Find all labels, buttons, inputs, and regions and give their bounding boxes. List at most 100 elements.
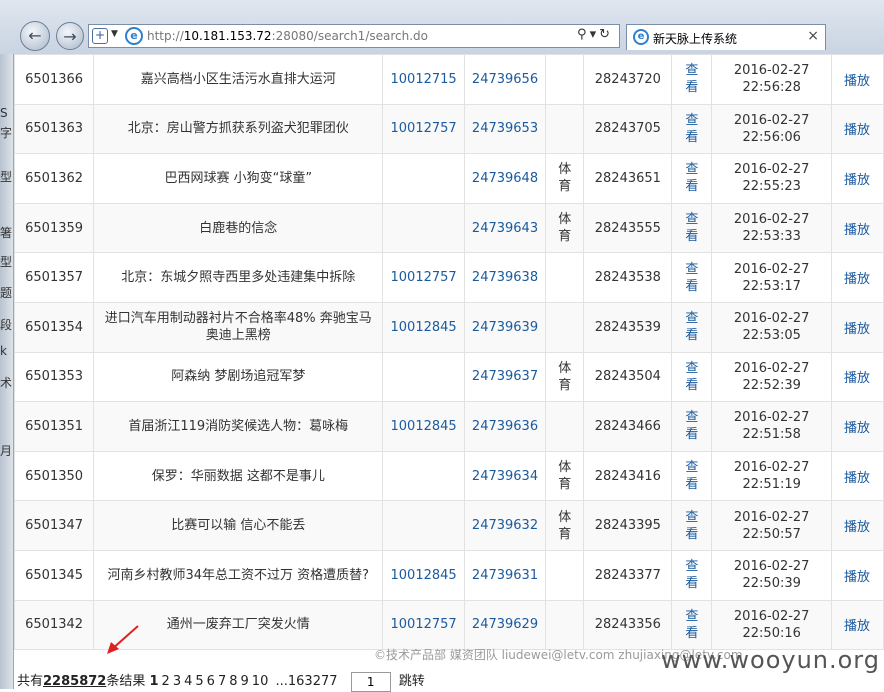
row-media-id-text[interactable]: 24739643: [472, 221, 538, 236]
page-link[interactable]: 8: [229, 674, 237, 689]
row-view-link-text[interactable]: 查看: [685, 310, 699, 344]
row-play-link-text[interactable]: 播放: [844, 322, 870, 337]
row-play-link[interactable]: 播放: [830, 153, 884, 204]
row-play-link[interactable]: 播放: [830, 54, 884, 105]
row-view-link[interactable]: 查看: [671, 103, 713, 155]
shield-add-icon[interactable]: +: [92, 28, 108, 44]
close-tab-icon[interactable]: ×: [807, 28, 819, 44]
row-view-link[interactable]: 查看: [671, 301, 713, 353]
row-play-link-text[interactable]: 播放: [844, 173, 870, 188]
row-play-link[interactable]: 播放: [830, 500, 884, 551]
row-play-link-text[interactable]: 播放: [844, 272, 870, 287]
row-view-link[interactable]: 查看: [671, 549, 713, 601]
address-bar[interactable]: + ▼ e http://10.181.153.72:28080/search1…: [88, 24, 620, 48]
row-program-id[interactable]: [382, 450, 465, 502]
row-media-id-text[interactable]: 24739638: [472, 270, 538, 285]
row-play-link-text[interactable]: 播放: [844, 520, 870, 535]
row-play-link[interactable]: 播放: [830, 301, 884, 353]
dropdown-icon[interactable]: ▾: [590, 27, 600, 42]
row-view-link-text[interactable]: 查看: [685, 509, 699, 543]
chevron-down-icon[interactable]: ▼: [111, 29, 118, 39]
row-view-link-text[interactable]: 查看: [685, 211, 699, 245]
row-view-link-text[interactable]: 查看: [685, 459, 699, 493]
row-play-link[interactable]: 播放: [830, 252, 884, 303]
row-play-link-text[interactable]: 播放: [844, 74, 870, 89]
row-media-id-text[interactable]: 24739632: [472, 518, 538, 533]
row-play-link-text[interactable]: 播放: [844, 570, 870, 585]
row-play-link[interactable]: 播放: [830, 450, 884, 502]
row-media-id-text[interactable]: 24739656: [472, 72, 538, 87]
row-view-link-text[interactable]: 查看: [685, 360, 699, 394]
back-button[interactable]: ←: [20, 21, 50, 51]
page-link[interactable]: 9: [241, 674, 249, 689]
row-play-link[interactable]: 播放: [830, 351, 884, 403]
row-play-link-text[interactable]: 播放: [844, 421, 870, 436]
row-view-link-text[interactable]: 查看: [685, 112, 699, 146]
search-icon[interactable]: ⚲: [577, 27, 590, 42]
row-play-link[interactable]: 播放: [830, 401, 884, 452]
row-program-id[interactable]: 10012845: [382, 549, 465, 601]
row-media-id[interactable]: 24739636: [463, 401, 547, 452]
row-program-id[interactable]: 10012757: [382, 252, 465, 303]
forward-button[interactable]: →: [56, 22, 84, 50]
row-view-link[interactable]: 查看: [671, 599, 713, 651]
page-link[interactable]: 2: [162, 674, 170, 689]
row-media-id[interactable]: 24739634: [463, 450, 547, 502]
refresh-icon[interactable]: ↻: [599, 27, 613, 42]
page-link[interactable]: 10: [252, 674, 269, 689]
row-media-id[interactable]: 24739638: [463, 252, 547, 303]
row-media-id-text[interactable]: 24739648: [472, 171, 538, 186]
page-link[interactable]: 5: [195, 674, 203, 689]
row-media-id[interactable]: 24739631: [463, 549, 547, 601]
row-view-link[interactable]: 查看: [671, 500, 713, 551]
row-view-link[interactable]: 查看: [671, 202, 713, 254]
row-media-id-text[interactable]: 24739634: [472, 469, 538, 484]
row-play-link-text[interactable]: 播放: [844, 371, 870, 386]
row-media-id-text[interactable]: 24739653: [472, 121, 538, 136]
row-play-link[interactable]: 播放: [830, 103, 884, 155]
url-text[interactable]: http://10.181.153.72:28080/search1/searc…: [147, 29, 428, 43]
row-program-id[interactable]: [382, 500, 465, 551]
row-view-link-text[interactable]: 查看: [685, 261, 699, 295]
row-play-link[interactable]: 播放: [830, 599, 884, 651]
row-play-link-text[interactable]: 播放: [844, 123, 870, 138]
row-media-id[interactable]: 24739637: [463, 351, 547, 403]
row-program-id[interactable]: 10012845: [382, 401, 465, 452]
row-play-link-text[interactable]: 播放: [844, 619, 870, 634]
row-play-link-text[interactable]: 播放: [844, 223, 870, 238]
row-media-id[interactable]: 24739639: [463, 301, 547, 353]
row-media-id-text[interactable]: 24739629: [472, 617, 538, 632]
row-program-id-text[interactable]: 10012845: [391, 320, 457, 335]
row-view-link[interactable]: 查看: [671, 450, 713, 502]
row-view-link-text[interactable]: 查看: [685, 161, 699, 195]
row-program-id[interactable]: 10012845: [382, 301, 465, 353]
page-link[interactable]: 3: [173, 674, 181, 689]
row-media-id[interactable]: 24739648: [463, 153, 547, 204]
row-program-id[interactable]: [382, 202, 465, 254]
row-media-id-text[interactable]: 24739639: [472, 320, 538, 335]
row-view-link[interactable]: 查看: [671, 252, 713, 303]
row-program-id[interactable]: [382, 351, 465, 403]
row-program-id-text[interactable]: 10012757: [391, 617, 457, 632]
row-media-id-text[interactable]: 24739637: [472, 369, 538, 384]
page-link[interactable]: 1: [150, 674, 159, 689]
row-media-id[interactable]: 24739632: [463, 500, 547, 551]
row-media-id[interactable]: 24739656: [463, 54, 547, 105]
row-view-link[interactable]: 查看: [671, 351, 713, 403]
row-program-id[interactable]: 10012757: [382, 599, 465, 651]
row-program-id-text[interactable]: 10012757: [391, 270, 457, 285]
page-link-last[interactable]: ...163277: [275, 674, 337, 689]
row-view-link[interactable]: 查看: [671, 153, 713, 204]
row-program-id-text[interactable]: 10012715: [391, 72, 457, 87]
row-media-id[interactable]: 24739653: [463, 103, 547, 155]
row-view-link-text[interactable]: 查看: [685, 409, 699, 443]
row-view-link-text[interactable]: 查看: [685, 558, 699, 592]
row-media-id-text[interactable]: 24739631: [472, 568, 538, 583]
row-program-id-text[interactable]: 10012845: [391, 568, 457, 583]
row-program-id[interactable]: [382, 153, 465, 204]
row-view-link[interactable]: 查看: [671, 54, 713, 105]
row-play-link-text[interactable]: 播放: [844, 471, 870, 486]
page-link[interactable]: 7: [218, 674, 226, 689]
row-view-link[interactable]: 查看: [671, 401, 713, 452]
row-play-link[interactable]: 播放: [830, 202, 884, 254]
